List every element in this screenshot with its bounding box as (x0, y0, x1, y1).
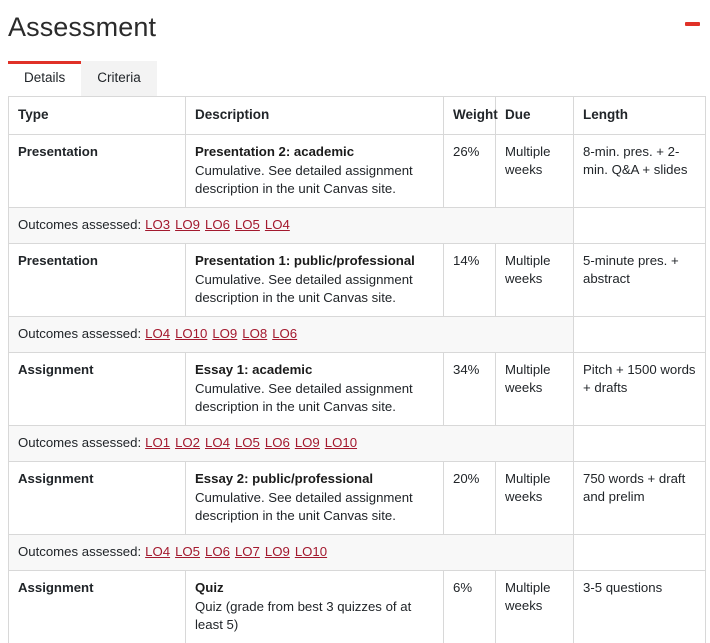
assessment-panel: Assessment Details Criteria Type Descrip… (0, 0, 710, 643)
cell-description: Presentation 2: academic Cumulative. See … (185, 134, 444, 208)
cell-weight: 6% (443, 570, 496, 643)
column-header-length: Length (573, 96, 706, 135)
outcomes-cell: Outcomes assessed: LO4 LO5 LO6 LO7 LO9 LO10 (8, 534, 574, 571)
table-row: Presentation Presentation 1: public/profe… (8, 243, 706, 317)
cell-type: Assignment (8, 461, 186, 535)
outcome-link[interactable]: LO7 (235, 544, 260, 559)
cell-length: Pitch + 1500 words + drafts (573, 352, 706, 426)
outcome-link[interactable]: LO8 (242, 326, 267, 341)
table-row: Assignment Essay 2: public/professional Cu… (8, 461, 706, 535)
cell-due: Multiple weeks (495, 570, 574, 643)
cell-length: 750 words + draft and prelim (573, 461, 706, 535)
table-row: Presentation Presentation 2: academic Cumu… (8, 134, 706, 208)
page-title: Assessment (8, 12, 157, 42)
table-head: Type Description Weight Due Length (8, 96, 706, 135)
cell-length: 8-min. pres. + 2-min. Q&A + slides (573, 134, 706, 208)
outcome-link[interactable]: LO10 (325, 435, 357, 450)
description-body: Cumulative. See detailed assignment desc… (195, 490, 413, 523)
outcome-link[interactable]: LO6 (205, 217, 230, 232)
outcome-link[interactable]: LO4 (265, 217, 290, 232)
outcomes-row: Outcomes assessed: LO1 LO2 LO4 LO5 LO6 LO9 LO10 (8, 425, 706, 462)
collapse-button[interactable] (680, 14, 704, 34)
description-title: Presentation 1: public/professional (195, 253, 415, 268)
assessment-table: Type Description Weight Due Length Prese… (8, 96, 706, 643)
column-header-weight: Weight (443, 96, 498, 135)
cell-type: Assignment (8, 570, 186, 643)
assessment-table-wrap: Type Description Weight Due Length Prese… (0, 96, 710, 643)
cell-due: Multiple weeks (495, 352, 574, 426)
outcome-link[interactable]: LO4 (145, 326, 170, 341)
table-row: Assignment Essay 1: academic Cumulative. S… (8, 352, 706, 426)
tab-details[interactable]: Details (8, 61, 82, 96)
outcomes-cell: Outcomes assessed: LO4 LO10 LO9 LO8 LO6 (8, 316, 574, 353)
cell-weight: 34% (443, 352, 496, 426)
cell-description: Presentation 1: public/professional Cumul… (185, 243, 444, 317)
outcomes-empty-cell (573, 534, 706, 571)
table-body: Presentation Presentation 2: academic Cumu… (8, 134, 706, 643)
panel-header: Assessment (0, 0, 710, 58)
description-body: Cumulative. See detailed assignment desc… (195, 163, 413, 196)
outcome-link[interactable]: LO6 (272, 326, 297, 341)
outcome-link[interactable]: LO3 (145, 217, 170, 232)
cell-weight: 20% (443, 461, 496, 535)
cell-type: Presentation (8, 243, 186, 317)
table-header-row: Type Description Weight Due Length (8, 96, 706, 135)
outcomes-cell: Outcomes assessed: LO3 LO9 LO6 LO5 LO4 (8, 207, 574, 244)
tab-criteria[interactable]: Criteria (81, 61, 157, 96)
outcomes-empty-cell (573, 207, 706, 244)
outcome-link[interactable]: LO2 (175, 435, 200, 450)
cell-length: 3-5 questions (573, 570, 706, 643)
outcomes-label: Outcomes assessed: (18, 435, 142, 450)
outcome-link[interactable]: LO4 (145, 544, 170, 559)
outcomes-label: Outcomes assessed: (18, 217, 142, 232)
outcome-link[interactable]: LO9 (295, 435, 320, 450)
cell-type: Assignment (8, 352, 186, 426)
outcomes-row: Outcomes assessed: LO4 LO5 LO6 LO7 LO9 LO10 (8, 534, 706, 571)
description-body: Quiz (grade from best 3 quizzes of at le… (195, 599, 412, 632)
outcomes-cell: Outcomes assessed: LO1 LO2 LO4 LO5 LO6 LO9 LO10 (8, 425, 574, 462)
cell-description: Essay 2: public/professional Cumulative. … (185, 461, 444, 535)
outcome-link[interactable]: LO10 (175, 326, 207, 341)
cell-weight: 14% (443, 243, 496, 317)
tab-bar: Details Criteria (0, 60, 710, 96)
column-header-due: Due (495, 96, 574, 135)
description-title: Quiz (195, 580, 224, 595)
outcome-link[interactable]: LO5 (235, 217, 260, 232)
outcomes-row: Outcomes assessed: LO3 LO9 LO6 LO5 LO4 (8, 207, 706, 244)
outcome-link[interactable]: LO6 (205, 544, 230, 559)
outcome-link[interactable]: LO9 (212, 326, 237, 341)
outcome-link[interactable]: LO5 (175, 544, 200, 559)
minus-icon (684, 22, 700, 26)
cell-due: Multiple weeks (495, 134, 574, 208)
outcomes-label: Outcomes assessed: (18, 326, 142, 341)
outcome-link[interactable]: LO9 (175, 217, 200, 232)
cell-description: Essay 1: academic Cumulative. See detaile… (185, 352, 444, 426)
description-body: Cumulative. See detailed assignment desc… (195, 381, 413, 414)
description-title: Presentation 2: academic (195, 144, 355, 159)
outcome-link[interactable]: LO6 (265, 435, 290, 450)
outcomes-label: Outcomes assessed: (18, 544, 142, 559)
cell-type: Presentation (8, 134, 186, 208)
outcome-link[interactable]: LO1 (145, 435, 170, 450)
column-header-description: Description (185, 96, 444, 135)
description-title: Essay 1: academic (195, 362, 313, 377)
table-row: Assignment Quiz Quiz (grade from best 3 qu… (8, 570, 706, 643)
cell-description: Quiz Quiz (grade from best 3 quizzes of a… (185, 570, 444, 643)
outcome-link[interactable]: LO10 (295, 544, 327, 559)
outcomes-empty-cell (573, 316, 706, 353)
outcomes-empty-cell (573, 425, 706, 462)
cell-length: 5-minute pres. + abstract (573, 243, 706, 317)
outcome-link[interactable]: LO4 (205, 435, 230, 450)
outcome-link[interactable]: LO5 (235, 435, 260, 450)
outcomes-row: Outcomes assessed: LO4 LO10 LO9 LO8 LO6 (8, 316, 706, 353)
cell-weight: 26% (443, 134, 496, 208)
cell-due: Multiple weeks (495, 461, 574, 535)
description-body: Cumulative. See detailed assignment desc… (195, 272, 413, 305)
description-title: Essay 2: public/professional (195, 471, 374, 486)
outcome-link[interactable]: LO9 (265, 544, 290, 559)
cell-due: Multiple weeks (495, 243, 574, 317)
column-header-type: Type (8, 96, 186, 135)
